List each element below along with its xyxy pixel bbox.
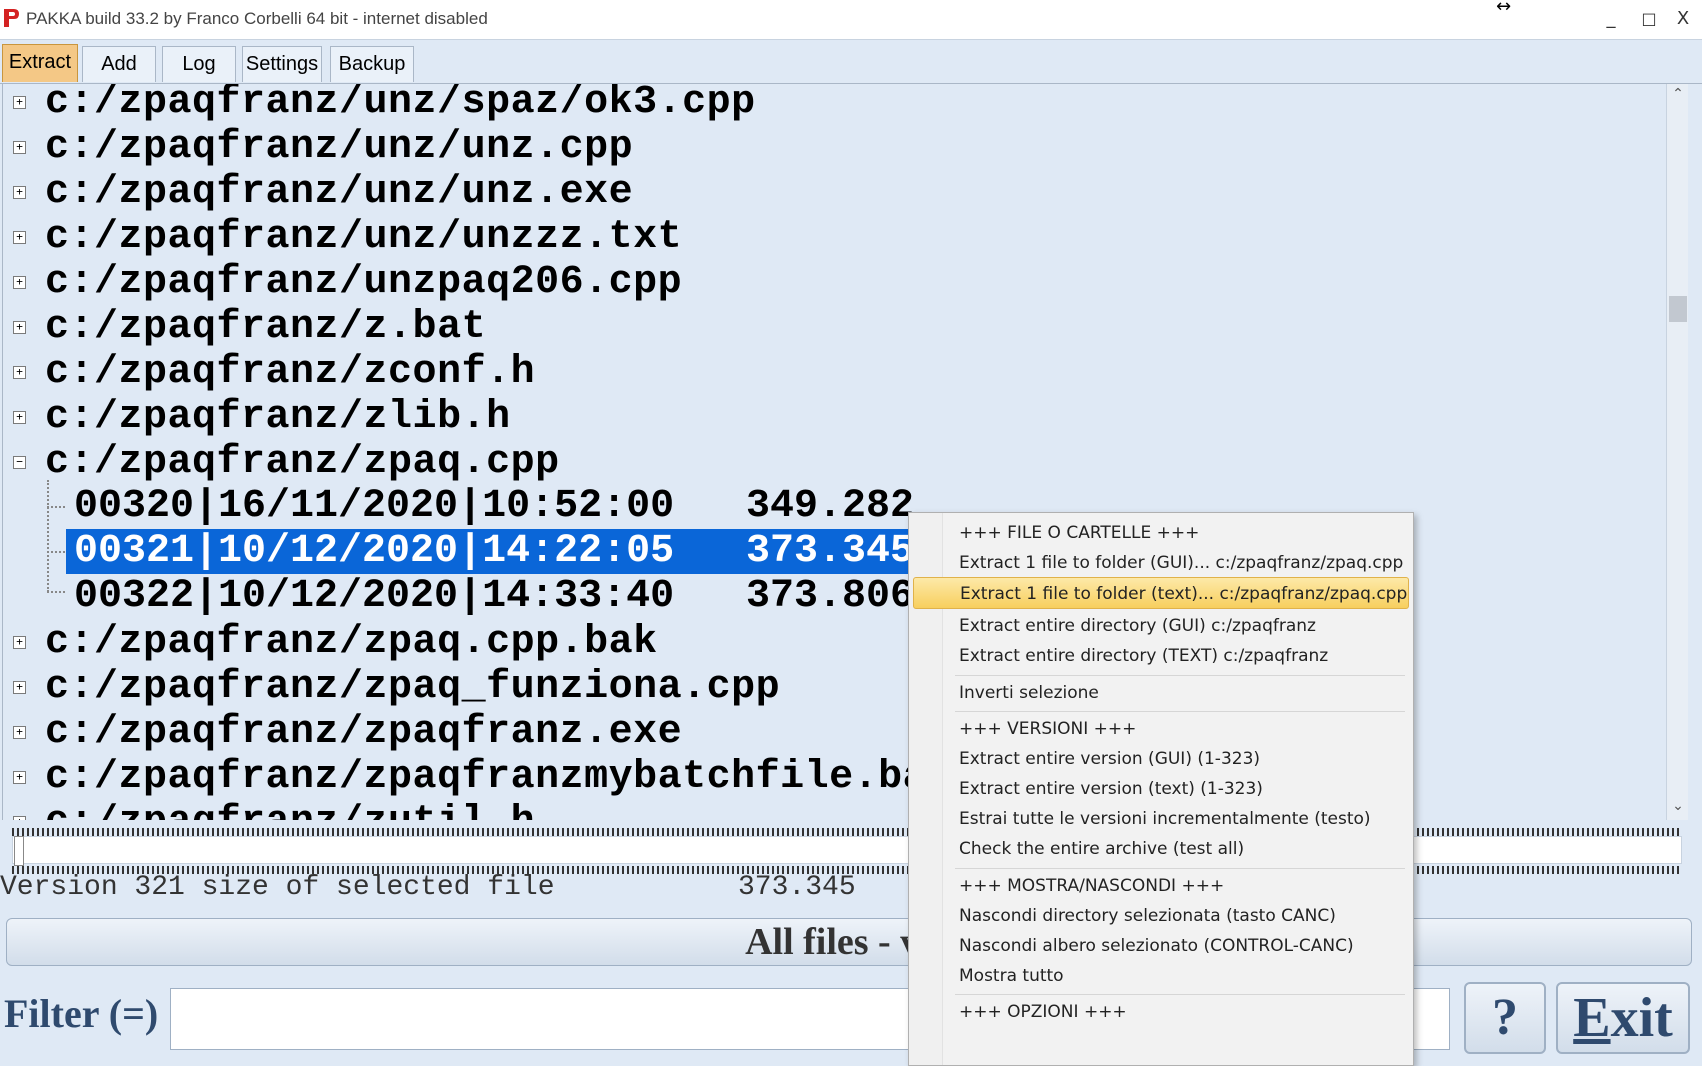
- exit-label: xit: [1610, 987, 1673, 1049]
- app-window: PAKKA build 33.2 by Franco Corbelli 64 b…: [0, 0, 1702, 1066]
- menu-header-files: +++ FILE O CARTELLE +++: [959, 523, 1200, 543]
- tree-item-label: c:/zpaqfranz/unz/unz.cpp: [45, 125, 634, 170]
- expand-icon[interactable]: +: [13, 636, 26, 649]
- menu-extract-file-gui[interactable]: Extract 1 file to folder (GUI)... c:/zpa…: [913, 547, 1409, 579]
- context-menu: +++ FILE O CARTELLE +++ Extract 1 file t…: [908, 512, 1414, 1066]
- menu-separator: [955, 675, 1405, 676]
- version-size: 373.806: [746, 574, 915, 619]
- tree-connector: [47, 506, 65, 508]
- menu-extract-version-text[interactable]: Extract entire version (text) (1-323): [913, 773, 1409, 805]
- menu-extract-all-incremental[interactable]: Estrai tutte le versioni incrementalment…: [913, 803, 1409, 835]
- file-tree[interactable]: + c:/zpaqfranz/unz/spaz/ok3.cpp + c:/zpa…: [2, 84, 1682, 820]
- tree-connector: [47, 480, 49, 592]
- tree-item-label: c:/zpaqfranz/unz/spaz/ok3.cpp: [45, 84, 756, 125]
- version-size: 373.345: [746, 529, 915, 574]
- menu-extract-dir-text[interactable]: Extract entire directory (TEXT) c:/zpaqf…: [913, 640, 1409, 672]
- progress-ruler: [12, 828, 1682, 836]
- expand-icon[interactable]: +: [13, 771, 26, 784]
- tab-extract[interactable]: Extract: [2, 44, 78, 82]
- tree-item-label: c:/zpaqfranz/zpaqfranzmybatchfile.ba: [45, 755, 928, 800]
- close-button[interactable]: X: [1668, 6, 1698, 32]
- expand-icon[interactable]: +: [13, 276, 26, 289]
- maximize-button[interactable]: □: [1634, 6, 1664, 32]
- expand-icon[interactable]: +: [13, 186, 26, 199]
- exit-button[interactable]: Exit: [1556, 982, 1690, 1054]
- title-bar: PAKKA build 33.2 by Franco Corbelli 64 b…: [0, 0, 1702, 40]
- menu-separator: [955, 868, 1405, 869]
- minimize-button[interactable]: _: [1596, 6, 1626, 32]
- menu-hide-tree[interactable]: Nascondi albero selezionato (CONTROL-CAN…: [913, 930, 1409, 962]
- expand-icon[interactable]: +: [13, 816, 26, 820]
- tab-log[interactable]: Log: [162, 46, 236, 82]
- version-id: 00322|10/12/2020|14:33:40: [74, 574, 675, 619]
- tab-settings[interactable]: Settings: [242, 46, 322, 82]
- version-row-selected[interactable]: 00321|10/12/2020|14:22:05 373.345: [66, 529, 914, 574]
- expand-icon[interactable]: +: [13, 96, 26, 109]
- version-size: 349.282: [746, 484, 915, 529]
- filter-label: Filter (=): [4, 991, 159, 1036]
- version-slider-handle[interactable]: [14, 836, 24, 866]
- pakka-app-icon: [4, 9, 19, 27]
- tree-item-label: c:/zpaqfranz/zconf.h: [45, 350, 536, 395]
- menu-extract-version-gui[interactable]: Extract entire version (GUI) (1-323): [913, 743, 1409, 775]
- tree-item-label: c:/zpaqfranz/zpaq.cpp: [45, 440, 560, 485]
- expand-icon[interactable]: +: [13, 321, 26, 334]
- exit-accel: E: [1573, 987, 1611, 1049]
- status-bar: Version 321 size of selected file 373.34…: [0, 872, 856, 903]
- version-id: 00320|16/11/2020|10:52:00: [74, 484, 675, 529]
- menu-separator: [955, 711, 1405, 712]
- menu-header-options: +++ OPZIONI +++: [959, 1002, 1127, 1022]
- tab-add[interactable]: Add: [82, 46, 156, 82]
- all-files-button[interactable]: All files - ver: [6, 918, 1692, 966]
- expand-icon[interactable]: +: [13, 411, 26, 424]
- tree-item-label: c:/zpaqfranz/zutil.h: [45, 800, 535, 820]
- tree-item-label: c:/zpaqfranz/unz/unz.exe: [45, 170, 634, 215]
- tree-item-label: c:/zpaqfranz/zpaq.cpp.bak: [45, 620, 658, 665]
- version-id: 00321|10/12/2020|14:22:05: [74, 529, 675, 574]
- tree-item-label: c:/zpaqfranz/zlib.h: [45, 395, 511, 440]
- expand-icon[interactable]: +: [13, 141, 26, 154]
- tree-item-label: c:/zpaqfranz/z.bat: [45, 305, 487, 350]
- expand-icon[interactable]: +: [13, 726, 26, 739]
- scroll-down-icon[interactable]: ⌄: [1667, 798, 1689, 818]
- status-text: Version 321 size of selected file: [0, 872, 555, 903]
- tree-item-label: c:/zpaqfranz/zpaqfranz.exe: [45, 710, 683, 755]
- menu-test-all[interactable]: Check the entire archive (test all): [913, 833, 1409, 865]
- menu-extract-file-text[interactable]: Extract 1 file to folder (text)... c:/zp…: [913, 577, 1409, 609]
- menu-show-all[interactable]: Mostra tutto: [913, 960, 1409, 992]
- scroll-up-icon[interactable]: ⌃: [1667, 86, 1689, 106]
- tree-item-label: c:/zpaqfranz/zpaq_funziona.cpp: [45, 665, 781, 710]
- menu-extract-dir-gui[interactable]: Extract entire directory (GUI) c:/zpaqfr…: [913, 610, 1409, 642]
- tree-scrollbar[interactable]: ⌃ ⌄: [1666, 84, 1688, 820]
- tab-bar: Extract Add Log Settings Backup: [0, 44, 1702, 84]
- tree-connector: [47, 551, 65, 553]
- version-slider[interactable]: [12, 836, 1682, 864]
- window-title: PAKKA build 33.2 by Franco Corbelli 64 b…: [26, 9, 488, 28]
- menu-separator: [955, 994, 1405, 995]
- expand-icon[interactable]: +: [13, 231, 26, 244]
- menu-header-show-hide: +++ MOSTRA/NASCONDI +++: [959, 876, 1225, 896]
- scroll-thumb[interactable]: [1669, 296, 1687, 322]
- expand-icon[interactable]: +: [13, 681, 26, 694]
- resize-cursor-icon: ↔: [1496, 0, 1512, 17]
- menu-header-versions: +++ VERSIONI +++: [959, 719, 1137, 739]
- menu-hide-directory[interactable]: Nascondi directory selezionata (tasto CA…: [913, 900, 1409, 932]
- tree-item-label: c:/zpaqfranz/unzpaq206.cpp: [45, 260, 683, 305]
- expand-icon[interactable]: +: [13, 366, 26, 379]
- help-button[interactable]: ?: [1464, 982, 1546, 1054]
- collapse-icon[interactable]: −: [13, 456, 26, 469]
- menu-invert-selection[interactable]: Inverti selezione: [913, 677, 1409, 709]
- tab-backup[interactable]: Backup: [330, 46, 414, 82]
- tree-item-label: c:/zpaqfranz/unz/unzzz.txt: [45, 215, 683, 260]
- tree-connector: [47, 591, 65, 593]
- status-size: 373.345: [738, 872, 856, 903]
